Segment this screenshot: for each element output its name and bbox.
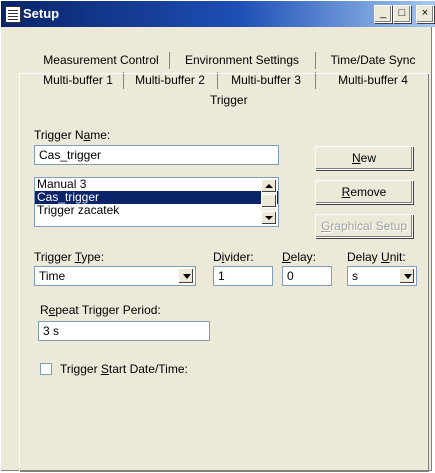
title-bar[interactable]: Setup _ □ ×	[1, 1, 435, 27]
delay-input[interactable]: 0	[282, 266, 332, 286]
repeat-period-label: Repeat Trigger Period:	[40, 303, 161, 317]
maximize-button[interactable]: □	[393, 5, 411, 23]
remove-button[interactable]: Remove	[315, 180, 413, 204]
start-date-checkbox[interactable]	[40, 363, 52, 375]
chevron-down-icon[interactable]	[399, 268, 415, 284]
window-title: Setup	[23, 6, 60, 21]
graphical-setup-button[interactable]: Graphical Setup	[315, 214, 413, 238]
close-button[interactable]: ×	[416, 5, 434, 23]
tab-time-date-sync[interactable]: Time/Date Sync	[315, 52, 430, 69]
delay-unit-value: s	[352, 269, 358, 283]
new-button[interactable]: New	[315, 146, 413, 170]
delay-unit-label: Delay Unit:	[347, 250, 406, 264]
trigger-name-input[interactable]: Cas_trigger	[34, 145, 279, 165]
trigger-type-select[interactable]: Time	[34, 266, 196, 286]
listbox-scrollbar[interactable]	[261, 179, 277, 225]
trigger-type-label: Trigger Type:	[34, 250, 105, 264]
tab-trigger[interactable]: Trigger	[210, 93, 248, 107]
minimize-button[interactable]: _	[374, 5, 392, 23]
divider-input[interactable]: 1	[213, 266, 273, 286]
divider-label: Divider:	[213, 250, 254, 264]
list-item[interactable]: Trigger zacatek	[35, 204, 278, 217]
tab-row-top: Measurement Control Environment Settings…	[35, 52, 431, 69]
trigger-listbox[interactable]: Manual 3 Cas_trigger Trigger zacatek	[34, 177, 279, 227]
scroll-up-icon[interactable]	[261, 179, 277, 193]
tab-measurement-control[interactable]: Measurement Control	[35, 52, 167, 69]
trigger-type-value: Time	[39, 269, 66, 283]
scroll-down-icon[interactable]	[261, 211, 277, 225]
app-icon[interactable]	[5, 6, 21, 23]
delay-label: Delay:	[282, 250, 317, 264]
repeat-period-input[interactable]: 3 s	[38, 321, 210, 341]
trigger-name-label: Trigger Name:	[34, 128, 111, 142]
chevron-down-icon[interactable]	[178, 268, 194, 284]
start-date-label: Trigger Start Date/Time:	[60, 362, 188, 376]
setup-window: Setup _ □ × Measurement Control Environm…	[0, 0, 435, 472]
tab-environment-settings[interactable]: Environment Settings	[169, 52, 314, 69]
delay-unit-select[interactable]: s	[347, 266, 417, 286]
scroll-thumb[interactable]	[261, 194, 277, 208]
